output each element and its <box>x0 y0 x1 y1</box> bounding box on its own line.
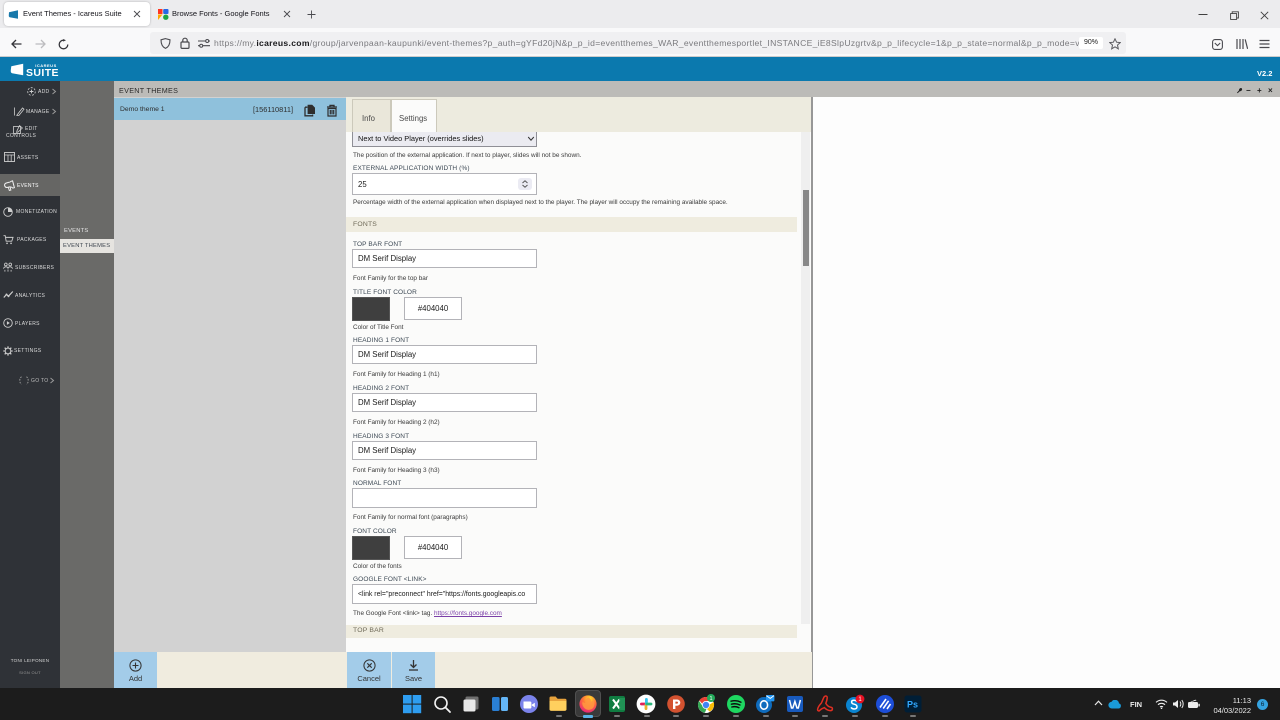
svg-text:1: 1 <box>709 696 712 702</box>
svg-text:Ps: Ps <box>907 700 918 710</box>
